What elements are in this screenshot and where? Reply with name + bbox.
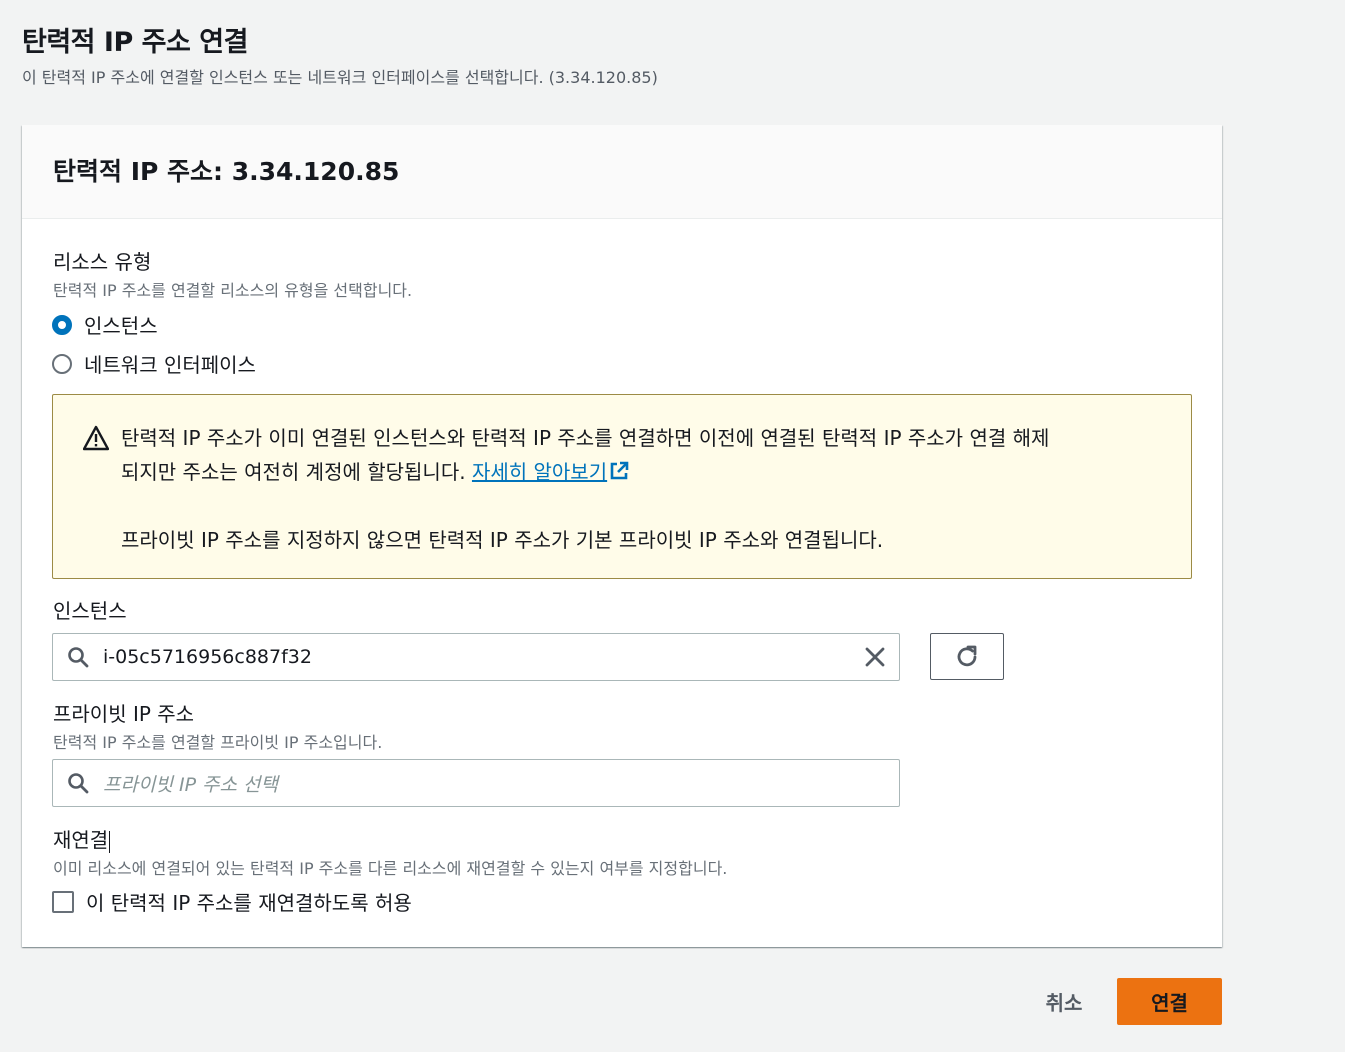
card-header: 탄력적 IP 주소: 3.34.120.85	[22, 125, 1222, 219]
alert-text-line1: 탄력적 IP 주소가 이미 연결된 인스턴스와 탄력적 IP 주소를 연결하면 …	[121, 426, 1050, 450]
reassociation-checkbox[interactable]	[52, 890, 74, 913]
associate-button[interactable]: 연결	[1117, 978, 1222, 1025]
text-caret	[109, 830, 111, 853]
warning-alert: 탄력적 IP 주소가 이미 연결된 인스턴스와 탄력적 IP 주소를 연결하면 …	[52, 394, 1192, 579]
external-link-icon[interactable]	[608, 460, 630, 482]
close-icon[interactable]	[863, 645, 887, 669]
page-description: 이 탄력적 IP 주소에 연결할 인스턴스 또는 네트워크 인터페이스를 선택합…	[22, 68, 658, 87]
private-ip-description: 탄력적 IP 주소를 연결할 프라이빗 IP 주소입니다.	[53, 733, 383, 752]
alert-text-line2-content: 되지만 주소는 여전히 계정에 할당됩니다.	[121, 460, 472, 484]
resource-type-label: 리소스 유형	[53, 250, 152, 274]
cancel-button[interactable]: 취소	[1024, 978, 1104, 1024]
alert-text: 탄력적 IP 주소가 이미 연결된 인스턴스와 탄력적 IP 주소를 연결하면 …	[121, 421, 1171, 557]
search-icon	[68, 773, 89, 794]
reassociation-description: 이미 리소스에 연결되어 있는 탄력적 IP 주소를 다른 리소스에 재연결할 …	[53, 859, 728, 878]
learn-more-link-label[interactable]: 자세히 알아보기	[472, 460, 607, 484]
private-ip-placeholder[interactable]: 프라이빗 IP 주소 선택	[103, 770, 278, 797]
reassociation-label-text: 재연결	[53, 828, 109, 852]
reassociation-label: 재연결	[53, 824, 111, 853]
private-ip-label: 프라이빗 IP 주소	[53, 702, 195, 726]
radio-instance[interactable]: 인스턴스	[52, 310, 158, 339]
card-title: 탄력적 IP 주소: 3.34.120.85	[53, 157, 400, 186]
alert-text-line3: 프라이빗 IP 주소를 지정하지 않으면 탄력적 IP 주소가 기본 프라이빗 …	[121, 528, 884, 552]
radio-network-interface-control[interactable]	[52, 353, 72, 374]
warning-icon	[83, 425, 109, 451]
reassociation-checkbox-label[interactable]: 이 탄력적 IP 주소를 재연결하도록 허용	[86, 887, 412, 916]
radio-network-interface-label[interactable]: 네트워크 인터페이스	[84, 349, 256, 378]
instance-search-input[interactable]: i-05c5716956c887f32	[52, 633, 900, 681]
radio-network-interface[interactable]: 네트워크 인터페이스	[52, 349, 256, 378]
learn-more-link[interactable]: 자세히 알아보기	[472, 460, 630, 484]
refresh-button[interactable]	[930, 633, 1004, 680]
resource-type-description: 탄력적 IP 주소를 연결할 리소스의 유형을 선택합니다.	[53, 281, 413, 300]
radio-instance-control[interactable]	[52, 314, 72, 335]
search-icon	[68, 647, 89, 668]
private-ip-search-input[interactable]: 프라이빗 IP 주소 선택	[52, 759, 900, 807]
page-title: 탄력적 IP 주소 연결	[22, 27, 248, 58]
associate-card: 탄력적 IP 주소: 3.34.120.85 리소스 유형 탄력적 IP 주소를…	[22, 125, 1222, 947]
instance-label: 인스턴스	[53, 599, 127, 623]
reassociation-checkbox-row[interactable]: 이 탄력적 IP 주소를 재연결하도록 허용	[52, 887, 412, 916]
refresh-icon[interactable]	[954, 644, 980, 670]
instance-value[interactable]: i-05c5716956c887f32	[103, 646, 312, 668]
alert-spacer	[121, 489, 1171, 523]
alert-text-line2: 되지만 주소는 여전히 계정에 할당됩니다. 자세히 알아보기	[121, 455, 1171, 489]
radio-instance-label[interactable]: 인스턴스	[84, 310, 158, 339]
